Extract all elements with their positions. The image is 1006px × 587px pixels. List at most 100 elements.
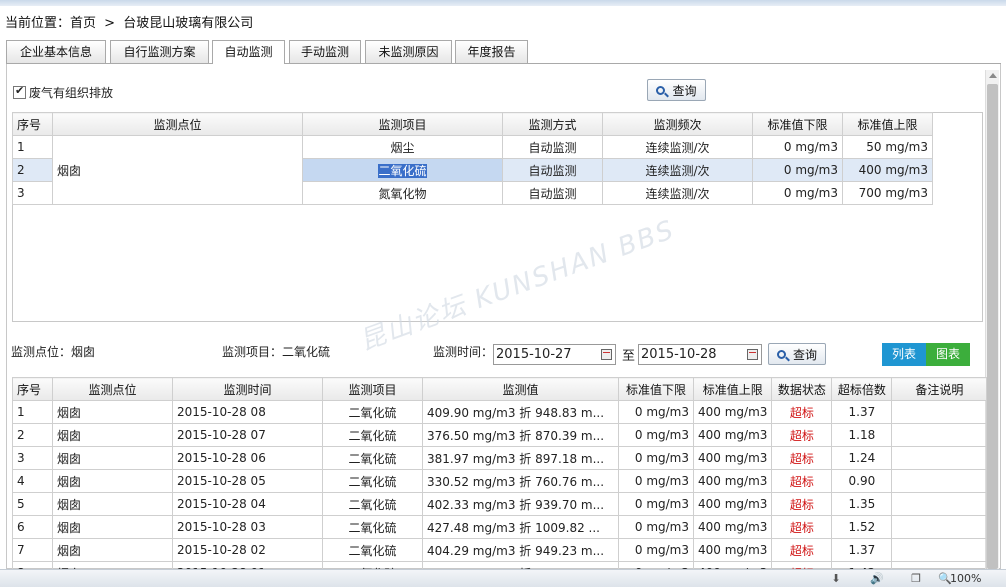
cell-status: 超标 xyxy=(771,400,833,424)
cell-status: 超标 xyxy=(771,446,833,470)
date-from-input[interactable]: 2015-10-27 xyxy=(493,344,616,365)
tab-annual-report[interactable]: 年度报告 xyxy=(455,40,528,63)
cell-method: 自动监测 xyxy=(502,181,603,205)
scrollbar-thumb[interactable] xyxy=(987,84,998,569)
col-header-frequency: 监测频次 xyxy=(602,112,753,136)
cell-no: 6 xyxy=(12,515,53,539)
cell-value: 330.52 mg/m3 折 760.76 m... xyxy=(422,469,619,493)
table-row[interactable]: 3 烟囱 2015-10-28 06 二氧化硫 381.97 mg/m3 折 897.1… xyxy=(12,446,988,470)
cell-item[interactable]: 烟尘 xyxy=(302,135,503,159)
cell-method: 自动监测 xyxy=(502,135,603,159)
breadcrumb-company: 台玻昆山玻璃有限公司 xyxy=(123,16,254,31)
checkbox-label: 废气有组织排放 xyxy=(29,86,114,100)
browser-status-bar: ⬇ 🔊 ❐ 🔍 100% xyxy=(0,569,1006,587)
cell-item-selected[interactable]: 二氧化硫 xyxy=(302,158,503,182)
tab-auto-monitoring[interactable]: 自动监测 xyxy=(212,40,285,64)
cell-value: 381.97 mg/m3 折 897.18 m... xyxy=(422,446,619,470)
date-to-input[interactable]: 2015-10-28 xyxy=(638,344,762,365)
tab-self-monitoring-plan[interactable]: 自行监测方案 xyxy=(110,40,209,63)
cell-point: 烟囱 xyxy=(52,400,173,424)
cell-note xyxy=(891,538,988,562)
calendar-icon[interactable] xyxy=(747,349,758,360)
window-icon[interactable]: ❐ xyxy=(910,573,922,585)
zoom-level[interactable]: 100% xyxy=(950,572,981,585)
cell-note xyxy=(891,423,988,447)
col-header-no: 序号 xyxy=(12,112,53,136)
tab-manual-monitoring[interactable]: 手动监测 xyxy=(289,40,361,63)
tab-company-info[interactable]: 企业基本信息 xyxy=(6,40,106,63)
cell-note xyxy=(891,446,988,470)
cell-no: 3 xyxy=(12,181,53,205)
cell-value: 376.50 mg/m3 折 870.39 m... xyxy=(422,423,619,447)
cell-point: 烟囱 xyxy=(52,469,173,493)
cell-method: 自动监测 xyxy=(502,158,603,182)
window-top-strip xyxy=(0,0,1006,6)
cell-no: 1 xyxy=(12,400,53,424)
scroll-up-arrow-icon[interactable] xyxy=(989,73,997,78)
col-header-low-limit: 标准值下限 xyxy=(752,112,843,136)
calendar-icon[interactable] xyxy=(601,349,612,360)
col-header-point: 监测点位 xyxy=(52,377,173,401)
breadcrumb: 当前位置：首页 > 台玻昆山玻璃有限公司 xyxy=(5,12,253,31)
cell-item[interactable]: 氮氧化物 xyxy=(302,181,503,205)
breadcrumb-home-link[interactable]: 首页 xyxy=(70,16,96,31)
col-header-method: 监测方式 xyxy=(502,112,603,136)
cell-exceed-times: 1.37 xyxy=(831,538,893,562)
filter-point-label: 监测点位：烟囱 xyxy=(11,345,96,359)
selected-item-text: 二氧化硫 xyxy=(378,163,427,178)
table-row[interactable]: 5 烟囱 2015-10-28 04 二氧化硫 402.33 mg/m3 折 939.7… xyxy=(12,492,988,516)
cell-time: 2015-10-28 02 xyxy=(172,538,323,562)
cell-time: 2015-10-28 03 xyxy=(172,515,323,539)
filter-query-label: 查询 xyxy=(792,347,817,362)
monitoring-points-table: 序号 监测点位 监测项目 监测方式 监测频次 标准值下限 标准值上限 1 烟囱 … xyxy=(12,112,933,205)
col-header-low-limit: 标准值下限 xyxy=(618,377,694,401)
checkbox-checked-icon[interactable] xyxy=(13,84,26,99)
cell-high: 400 mg/m3 xyxy=(692,446,773,470)
date-range-separator: 至 xyxy=(622,349,636,364)
zoom-icon[interactable]: 🔍 xyxy=(938,573,952,585)
table-row[interactable]: 7 烟囱 2015-10-28 02 二氧化硫 404.29 mg/m3 折 949.2… xyxy=(12,538,988,562)
volume-icon[interactable]: 🔊 xyxy=(870,573,884,585)
table-row[interactable]: 6 烟囱 2015-10-28 03 二氧化硫 427.48 mg/m3 折 1009.… xyxy=(12,515,988,539)
cell-status: 超标 xyxy=(771,492,833,516)
breadcrumb-separator: > xyxy=(104,16,116,31)
date-to-value: 2015-10-28 xyxy=(641,347,717,362)
cell-time: 2015-10-28 06 xyxy=(172,446,323,470)
filter-query-button[interactable]: 查询 xyxy=(768,343,826,365)
cell-value: 427.48 mg/m3 折 1009.82 ... xyxy=(422,515,619,539)
search-icon xyxy=(776,349,786,359)
cell-low: 0 mg/m3 xyxy=(752,181,843,205)
list-view-button[interactable]: 列表 xyxy=(882,343,926,366)
download-icon[interactable]: ⬇ xyxy=(830,573,842,585)
col-header-value: 监测值 xyxy=(422,377,619,401)
cell-note xyxy=(891,469,988,493)
cell-frequency: 连续监测/次 xyxy=(602,181,753,205)
table-row[interactable]: 4 烟囱 2015-10-28 05 二氧化硫 330.52 mg/m3 折 760.7… xyxy=(12,469,988,493)
top-query-label: 查询 xyxy=(672,83,697,98)
emission-checkbox-group[interactable]: 废气有组织排放 xyxy=(13,84,113,101)
cell-no: 3 xyxy=(12,446,53,470)
table-row[interactable]: 1 烟囱 烟尘 自动监测 连续监测/次 0 mg/m3 50 mg/m3 xyxy=(12,135,933,205)
cell-exceed-times: 1.24 xyxy=(831,446,893,470)
cell-high: 400 mg/m3 xyxy=(692,423,773,447)
cell-point: 烟囱 xyxy=(52,423,173,447)
cell-item: 二氧化硫 xyxy=(322,469,423,493)
cell-exceed-times: 1.18 xyxy=(831,423,893,447)
cell-no: 1 xyxy=(12,135,53,159)
chart-view-button[interactable]: 图表 xyxy=(926,343,970,366)
cell-item: 二氧化硫 xyxy=(322,492,423,516)
cell-point: 烟囱 xyxy=(52,538,173,562)
cell-low: 0 mg/m3 xyxy=(618,492,694,516)
filter-item-label: 监测项目：二氧化硫 xyxy=(222,345,331,359)
table-row[interactable]: 1 烟囱 2015-10-28 08 二氧化硫 409.90 mg/m3 折 948.8… xyxy=(12,400,988,424)
cell-low: 0 mg/m3 xyxy=(618,469,694,493)
cell-high: 400 mg/m3 xyxy=(692,515,773,539)
table1-header-row: 序号 监测点位 监测项目 监测方式 监测频次 标准值下限 标准值上限 xyxy=(12,112,933,136)
table-row[interactable]: 2 烟囱 2015-10-28 07 二氧化硫 376.50 mg/m3 折 870.3… xyxy=(12,423,988,447)
cell-point: 烟囱 xyxy=(52,492,173,516)
cell-point-merged: 烟囱 xyxy=(52,135,303,205)
tab-unmonitored-reason[interactable]: 未监测原因 xyxy=(365,40,452,63)
col-header-item: 监测项目 xyxy=(302,112,503,136)
col-header-point: 监测点位 xyxy=(52,112,303,136)
top-query-button[interactable]: 查询 xyxy=(647,79,706,101)
